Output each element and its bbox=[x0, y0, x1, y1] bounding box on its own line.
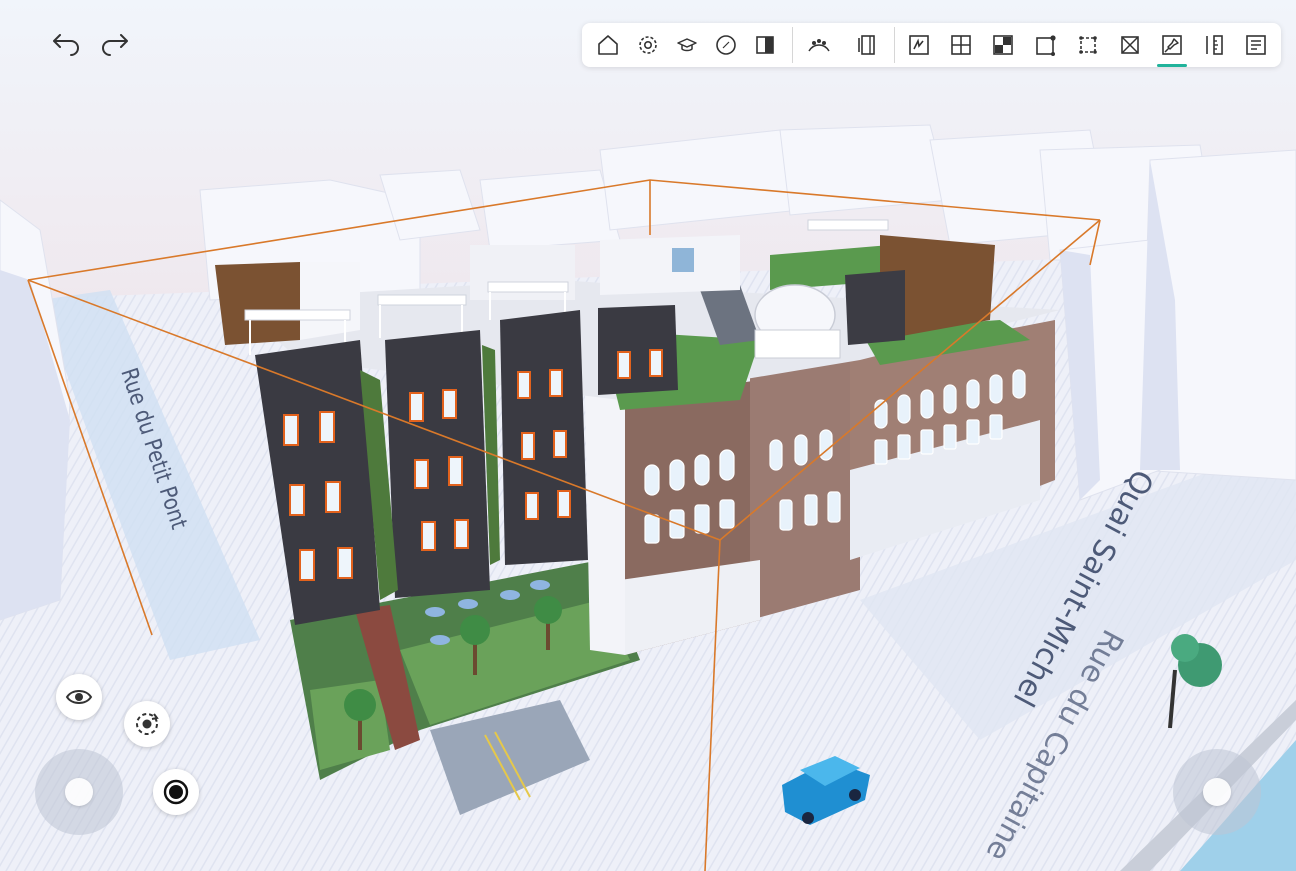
settings-icon bbox=[639, 36, 657, 54]
toolbar-separator bbox=[894, 27, 895, 63]
remove-icon bbox=[1121, 36, 1139, 54]
grid-icon bbox=[951, 35, 971, 55]
settings-button[interactable] bbox=[633, 30, 663, 60]
redo-icon bbox=[102, 34, 128, 56]
eye-icon bbox=[65, 690, 93, 704]
home-icon bbox=[598, 35, 618, 55]
home-button[interactable] bbox=[593, 30, 623, 60]
selection-icon bbox=[1079, 36, 1097, 54]
draw-area-icon bbox=[909, 35, 929, 55]
compass-button[interactable] bbox=[711, 30, 741, 60]
texture-button[interactable] bbox=[988, 30, 1018, 60]
edit-shape-button[interactable] bbox=[1031, 30, 1061, 60]
panel-icon bbox=[858, 35, 875, 55]
report-icon bbox=[1246, 35, 1266, 55]
edit-shape-icon bbox=[1036, 35, 1056, 56]
measure-button[interactable] bbox=[1199, 30, 1229, 60]
people-icon bbox=[808, 39, 830, 52]
look-joystick-knob[interactable] bbox=[1203, 778, 1231, 806]
undo-button[interactable] bbox=[50, 30, 82, 62]
pin-button[interactable] bbox=[1157, 30, 1187, 60]
visibility-button[interactable] bbox=[56, 674, 102, 720]
learn-icon bbox=[677, 38, 697, 52]
grid-button[interactable] bbox=[946, 30, 976, 60]
move-joystick-knob[interactable] bbox=[65, 778, 93, 806]
learn-button[interactable] bbox=[672, 30, 702, 60]
draw-area-button[interactable] bbox=[904, 30, 934, 60]
report-button[interactable] bbox=[1241, 30, 1271, 60]
panel-button[interactable] bbox=[852, 30, 882, 60]
split-view-icon bbox=[756, 36, 774, 54]
split-view-button[interactable] bbox=[750, 30, 780, 60]
3d-viewport[interactable] bbox=[0, 0, 1296, 871]
measure-icon bbox=[1206, 35, 1223, 55]
main-toolbar bbox=[582, 23, 1281, 67]
selection-button[interactable] bbox=[1073, 30, 1103, 60]
target-button[interactable] bbox=[153, 769, 199, 815]
people-button[interactable] bbox=[804, 30, 834, 60]
texture-icon bbox=[993, 35, 1013, 55]
target-icon bbox=[163, 779, 189, 805]
active-tool-indicator bbox=[1157, 64, 1187, 67]
redo-button[interactable] bbox=[99, 30, 131, 62]
compass-icon bbox=[716, 35, 736, 55]
orbit-button[interactable] bbox=[124, 701, 170, 747]
remove-button[interactable] bbox=[1115, 30, 1145, 60]
toolbar-separator bbox=[792, 27, 793, 63]
pin-icon bbox=[1162, 35, 1182, 55]
undo-icon bbox=[53, 34, 79, 56]
orbit-icon bbox=[136, 713, 159, 735]
